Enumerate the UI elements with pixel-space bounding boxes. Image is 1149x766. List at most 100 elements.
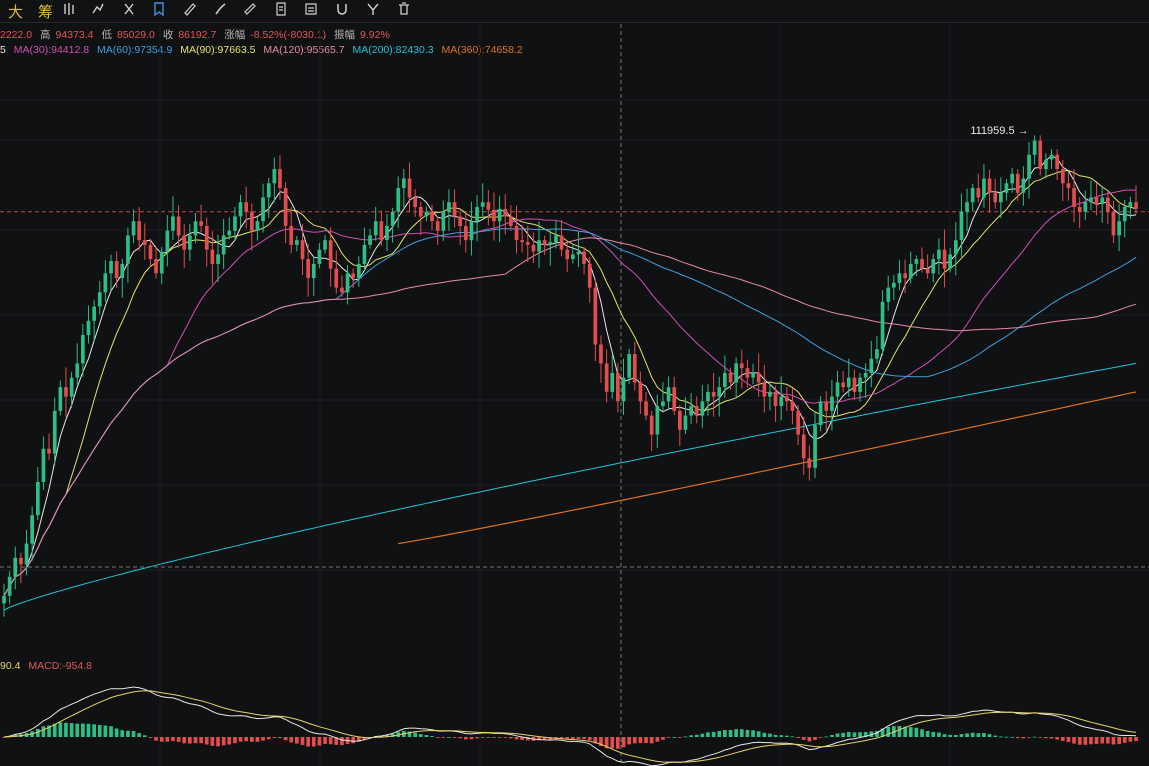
candle-body (593, 287, 598, 345)
macd-bar (413, 732, 417, 737)
candle-body (965, 202, 969, 212)
candle-body (171, 216, 175, 231)
macd-bar (69, 723, 74, 737)
pattern-icon[interactable] (303, 1, 319, 19)
candle-body (604, 363, 609, 392)
candle-body (942, 249, 947, 269)
candle-body (199, 221, 203, 226)
candle-body (407, 178, 412, 198)
candle-body (1049, 154, 1054, 160)
macd-bar (216, 737, 220, 747)
trash-icon[interactable] (396, 1, 412, 19)
candle-body (830, 396, 834, 411)
macd-bar (999, 736, 1003, 738)
bookmark-icon[interactable] (151, 1, 167, 19)
magnet-icon[interactable] (334, 1, 350, 19)
candle-body (424, 211, 429, 217)
candle-body (278, 169, 282, 189)
macd-bar (238, 737, 243, 742)
macd-bar (1072, 737, 1076, 744)
macd-bar (886, 726, 891, 737)
macd-bar (131, 731, 136, 737)
candle-body (1004, 183, 1009, 193)
chart-icon[interactable] (62, 1, 78, 19)
macd-bar (148, 737, 153, 738)
peak-label: 111959.5 → (970, 125, 1028, 137)
note-icon[interactable] (273, 1, 289, 19)
candle-body (289, 225, 294, 245)
brush-icon[interactable] (212, 1, 228, 19)
ma120-line (3, 237, 1137, 597)
macd-bar (948, 734, 952, 737)
toolbar-label-chou[interactable]: 筹 (38, 1, 53, 22)
toolbar-label-da[interactable]: 大 (8, 1, 23, 22)
candle-body (751, 372, 755, 378)
candle-body (514, 225, 519, 241)
marker-icon[interactable] (243, 1, 259, 19)
candle-body (638, 382, 643, 402)
candle-body (92, 306, 96, 321)
candle-body (19, 557, 23, 565)
candle-body (1094, 197, 1099, 205)
candle-body (306, 259, 310, 279)
candle-body (1038, 140, 1043, 169)
candle-body (903, 273, 907, 279)
macd-bar (841, 732, 845, 737)
candle-body (948, 254, 952, 269)
candle-body (897, 273, 902, 283)
macd-bar (143, 735, 147, 737)
candlestick-chart[interactable]: 111959.5 → (0, 22, 1149, 766)
macd-bar (1021, 737, 1026, 739)
candle-body (216, 254, 220, 264)
candle-body (920, 259, 924, 269)
candle-body (272, 169, 277, 184)
candle-body (632, 354, 637, 383)
candle-body (655, 406, 660, 435)
macd-bar (250, 737, 254, 742)
macd-bar (193, 737, 198, 744)
candle-body (976, 188, 981, 198)
candle-body (610, 372, 615, 392)
macd-bar (430, 736, 434, 737)
candle-body (30, 515, 34, 544)
macd-bar (1111, 737, 1116, 745)
candle-body (154, 259, 158, 274)
fork-icon[interactable] (365, 1, 381, 19)
macd-bar (796, 737, 800, 738)
macd-bar (435, 737, 440, 738)
macd-bar (295, 737, 299, 744)
split-icon[interactable] (121, 1, 137, 19)
candle-body (1027, 154, 1031, 179)
macd-bar (683, 736, 688, 738)
macd-bar (300, 737, 305, 745)
candle-body (368, 235, 372, 245)
macd-bar (846, 732, 851, 737)
macd-bar (1134, 737, 1138, 741)
macd-bar (779, 735, 784, 737)
pattern-icon-2[interactable] (90, 1, 106, 19)
macd-bar (497, 737, 502, 738)
macd-bar (954, 735, 958, 737)
macd-bar (801, 737, 806, 740)
candle-body (931, 259, 936, 274)
candle-body (565, 249, 570, 260)
macd-bar (655, 737, 660, 742)
candle-body (413, 197, 417, 207)
candle-body (480, 202, 485, 207)
macd-dea-line (3, 690, 1137, 763)
candle-body (959, 211, 964, 241)
macd-bar (587, 737, 592, 741)
macd-bar (970, 732, 975, 737)
candle-body (1077, 207, 1082, 212)
candle-body (283, 188, 288, 226)
ruler-icon[interactable] (182, 1, 198, 19)
macd-bar (328, 737, 333, 745)
candle-body (925, 268, 930, 274)
candle-body (739, 363, 744, 369)
candle-body (238, 202, 243, 217)
candle-body (649, 415, 654, 435)
candle-body (1021, 178, 1026, 193)
candle-body (131, 221, 136, 236)
candle-body (469, 221, 474, 241)
macd-bar (289, 737, 294, 743)
